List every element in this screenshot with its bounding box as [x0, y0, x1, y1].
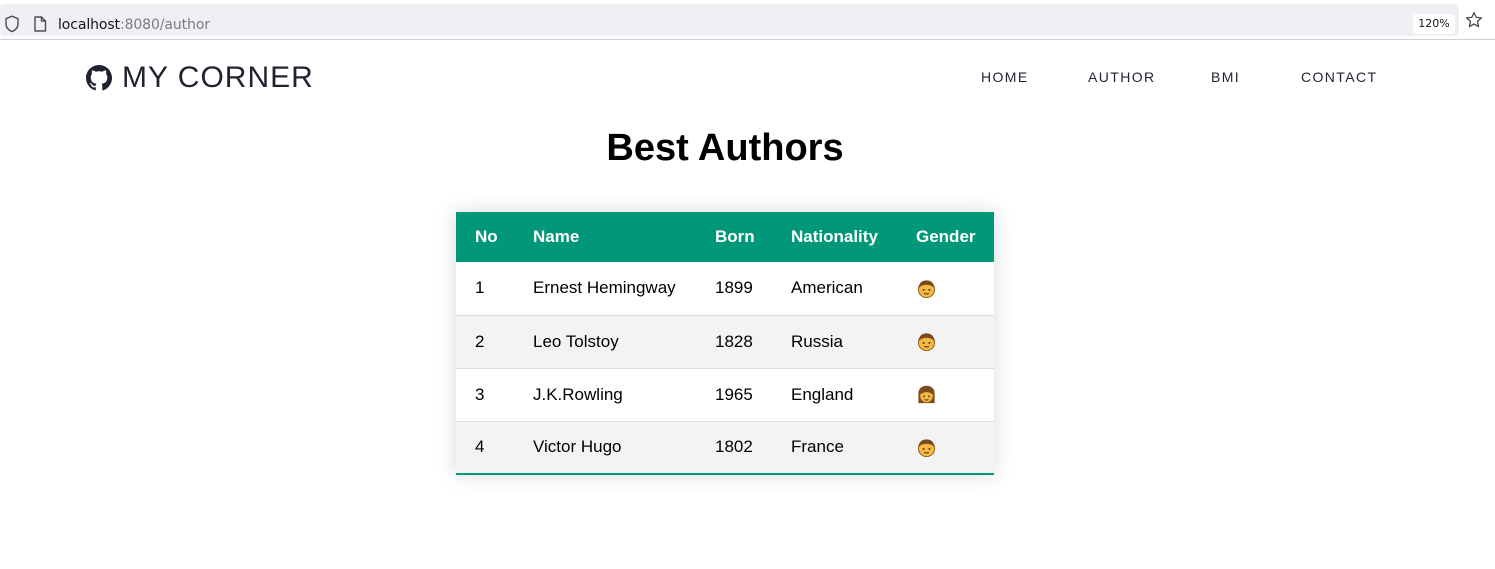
url-host: localhost: [58, 17, 120, 33]
table-header: No Name Born Nationality Gender: [456, 212, 994, 262]
shield-icon[interactable]: [4, 15, 20, 33]
url-path: :8080/author: [119, 17, 210, 33]
table-row: 3 J.K.Rowling 1965 England: [456, 368, 994, 421]
cell-nationality: England: [791, 384, 854, 404]
address-bar[interactable]: localhost:8080/author 120%: [0, 4, 1459, 36]
column-header-born: Born: [715, 227, 755, 246]
github-icon: [86, 65, 112, 91]
cell-nationality: Russia: [791, 331, 843, 351]
authors-table: No Name Born Nationality Gender 1 Ernest …: [456, 212, 994, 473]
brand-name: MY CORNER: [122, 61, 314, 94]
column-header-gender: Gender: [916, 227, 976, 246]
cell-born: 1965: [715, 384, 753, 404]
page-icon[interactable]: [33, 16, 47, 32]
cell-name: Leo Tolstoy: [533, 331, 619, 351]
male-person-icon: [917, 333, 936, 352]
cell-name: Ernest Hemingway: [533, 278, 676, 298]
table-row: 4 Victor Hugo 1802 France: [456, 421, 994, 473]
cell-name: J.K.Rowling: [533, 384, 623, 404]
nav-contact-link[interactable]: CONTACT: [1301, 68, 1377, 86]
url-text[interactable]: localhost:8080/author: [58, 16, 210, 34]
cell-no: 4: [475, 437, 485, 457]
column-header-no: No: [475, 227, 498, 246]
cell-gender: [916, 262, 994, 315]
cell-no: 3: [475, 384, 485, 404]
authors-table-container: No Name Born Nationality Gender 1 Ernest …: [456, 212, 994, 475]
nav-home-link[interactable]: HOME: [981, 68, 1029, 86]
male-person-icon: [917, 439, 936, 457]
table-body: 1 Ernest Hemingway 1899 American 2 Leo Tolsto…: [456, 262, 994, 473]
cell-gender: [916, 421, 994, 473]
cell-no: 1: [475, 278, 485, 298]
cell-born: 1899: [715, 278, 753, 298]
female-person-icon: [918, 385, 935, 404]
male-person-icon: [917, 280, 936, 298]
cell-gender: [916, 315, 994, 368]
cell-gender: [916, 368, 994, 421]
page-title: Best Authors: [606, 127, 844, 169]
cell-born: 1802: [715, 437, 753, 457]
zoom-level-button[interactable]: 120%: [1413, 14, 1455, 34]
browser-toolbar: localhost:8080/author 120%: [0, 0, 1495, 40]
cell-name: Victor Hugo: [533, 437, 622, 457]
cell-nationality: France: [791, 437, 844, 457]
column-header-nationality: Nationality: [791, 227, 878, 246]
star-icon[interactable]: [1465, 11, 1483, 29]
table-row: 2 Leo Tolstoy 1828 Russia: [456, 315, 994, 368]
site-navbar: MY CORNER HOME AUTHOR BMI CONTACT: [0, 41, 1495, 113]
nav-author-link[interactable]: AUTHOR: [1088, 68, 1156, 86]
table-row: 1 Ernest Hemingway 1899 American: [456, 262, 994, 315]
column-header-name: Name: [533, 227, 580, 246]
table-header-row: No Name Born Nationality Gender: [456, 212, 994, 262]
cell-nationality: American: [791, 278, 863, 298]
cell-born: 1828: [715, 331, 753, 351]
nav-bmi-link[interactable]: BMI: [1211, 68, 1240, 86]
cell-no: 2: [475, 331, 485, 351]
brand-link[interactable]: MY CORNER: [86, 60, 314, 96]
